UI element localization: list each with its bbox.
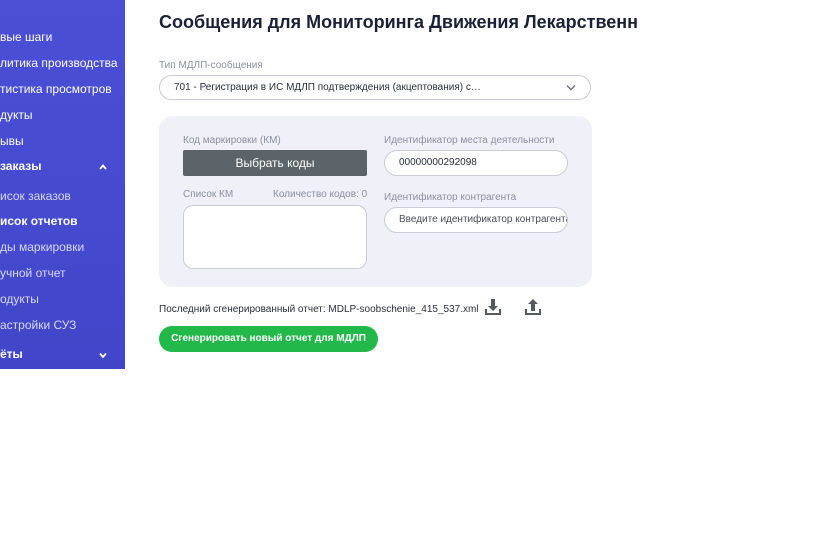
sidebar-section-reports[interactable]: ёты [0, 344, 125, 364]
km-label: Код маркировки (КМ) [183, 135, 281, 146]
sidebar-item-label: одукты [0, 292, 39, 306]
message-type-label: Тип МДЛП-сообщения [159, 60, 263, 71]
sidebar-item-label: литика производства [0, 56, 118, 70]
sidebar-subitem-products[interactable]: одукты [0, 289, 39, 309]
message-type-select[interactable]: 701 - Регистрация в ИС МДЛП подтверждени… [159, 75, 591, 100]
sidebar-item-view-statistics[interactable]: тистика просмотров [0, 79, 112, 99]
sidebar-item-label: заказы [0, 159, 42, 173]
sidebar-item-label: вые шаги [0, 30, 53, 44]
km-list-label: Список КМ [183, 189, 234, 200]
activity-place-label: Идентификатор места деятельности [384, 135, 555, 146]
sidebar-item-label: тистика просмотров [0, 82, 112, 96]
sidebar-item-reviews[interactable]: ывы [0, 131, 24, 151]
sidebar-subitem-manual-report[interactable]: учной отчет [0, 263, 66, 283]
sidebar-item-label: ёты [0, 347, 23, 361]
sidebar-item-label: исок заказов [0, 189, 71, 203]
sidebar-item-label: исок отчетов [0, 214, 78, 228]
sidebar-item-production-analytics[interactable]: литика производства [0, 53, 118, 73]
sidebar-item-label: дукты [0, 108, 33, 122]
sidebar-item-label: астройки СУЗ [0, 318, 77, 332]
sidebar-section-orders[interactable]: заказы [0, 156, 125, 176]
sidebar-subitem-order-list[interactable]: исок заказов [0, 186, 71, 206]
download-icon[interactable] [484, 298, 502, 316]
counterparty-input[interactable]: Введите идентификатор контрагента [384, 207, 568, 233]
sidebar-subitem-suz-settings[interactable]: астройки СУЗ [0, 315, 76, 335]
page-title: Сообщения для Мониторинга Движения Лекар… [159, 12, 639, 32]
message-type-value: 701 - Регистрация в ИС МДЛП подтверждени… [174, 82, 481, 93]
select-codes-button[interactable]: Выбрать коды [183, 150, 367, 176]
sidebar-subitem-report-list[interactable]: исок отчетов [0, 211, 78, 231]
counterparty-label: Идентификатор контрагента [384, 192, 517, 203]
generate-report-button[interactable]: Сгенерировать новый отчет для МДЛП [159, 326, 378, 352]
last-report-text: Последний сгенерированный отчет: MDLP-so… [159, 304, 479, 315]
sidebar-item-first-steps[interactable]: вые шаги [0, 27, 52, 47]
km-count-label: Количество кодов: 0 [273, 189, 368, 200]
chevron-down-icon [566, 85, 576, 91]
chevron-up-icon [99, 164, 107, 170]
sidebar-item-label: учной отчет [0, 266, 66, 280]
activity-place-input[interactable]: 00000000292098 [384, 150, 568, 176]
sidebar-item-label: ывы [0, 134, 24, 148]
km-list-textarea[interactable] [183, 205, 367, 269]
upload-icon[interactable] [524, 298, 542, 316]
sidebar: вые шаги литика производства тистика про… [0, 0, 125, 369]
chevron-down-icon [99, 352, 107, 359]
sidebar-subitem-marking-codes[interactable]: ды маркировки [0, 237, 84, 257]
sidebar-item-products[interactable]: дукты [0, 105, 33, 125]
sidebar-item-label: ды маркировки [0, 240, 85, 254]
